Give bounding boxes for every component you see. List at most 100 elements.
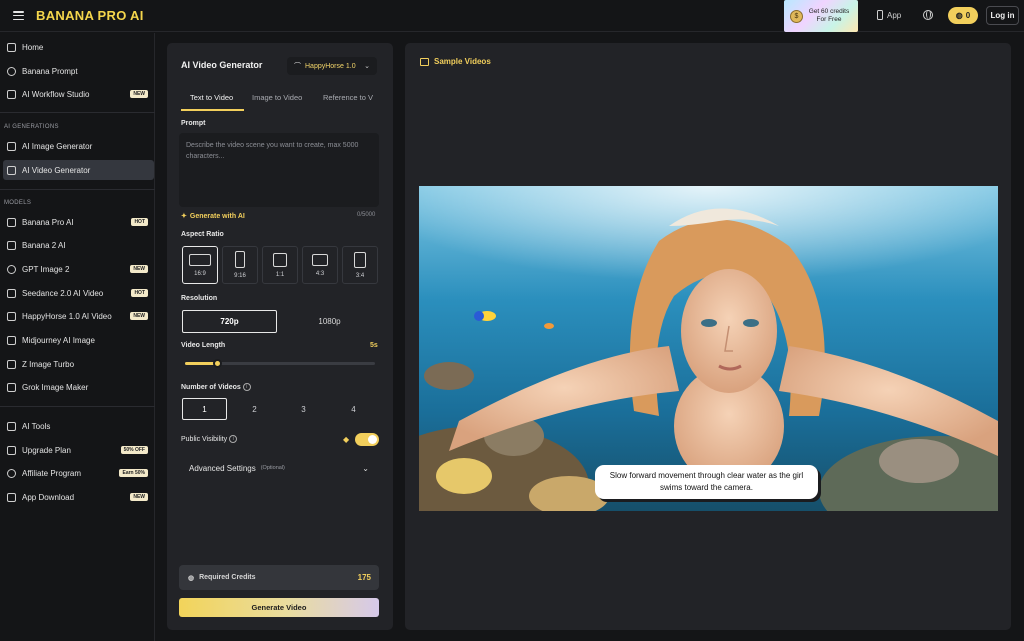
sidebar-item-banana-prompt[interactable]: Banana Prompt: [3, 61, 154, 81]
chevron-down-icon: ⌄: [364, 63, 370, 70]
aspect-1-1[interactable]: 1:1: [262, 246, 298, 284]
credits-pill[interactable]: ◍ 0: [948, 7, 978, 24]
model-icon: ⌒: [294, 63, 301, 70]
logo[interactable]: BANANA PRO AI: [36, 8, 144, 23]
chevron-down-icon: ⌄: [362, 463, 369, 473]
sidebar-item-ai-tools[interactable]: AI Tools: [3, 416, 154, 436]
video-length-slider[interactable]: [185, 359, 375, 368]
number-of-videos-text: Number of Videos: [181, 383, 241, 391]
advanced-settings-toggle[interactable]: Advanced Settings (Optional) ⌄: [179, 457, 379, 479]
sidebar-item-home[interactable]: Home: [3, 37, 154, 57]
sidebar: Home Banana Prompt AI Workflow Studio NEW…: [0, 33, 155, 641]
sidebar-item-label: HappyHorse 1.0 AI Video: [22, 311, 112, 321]
aspect-3-4[interactable]: 3:4: [342, 246, 378, 284]
panel-title: AI Video Generator: [181, 60, 263, 70]
section-label-models: MODELS: [4, 200, 32, 206]
model-select[interactable]: ⌒ HappyHorse 1.0 ⌄: [287, 57, 377, 75]
aspect-9-16[interactable]: 9:16: [222, 246, 258, 284]
num-videos-2[interactable]: 2: [232, 398, 277, 420]
sidebar-item-z-image[interactable]: Z Image Turbo: [3, 354, 154, 374]
num-videos-3[interactable]: 3: [281, 398, 326, 420]
sidebar-item-label: Midjourney AI Image: [22, 335, 95, 345]
menu-icon[interactable]: [13, 11, 24, 20]
diamond-icon: [7, 445, 16, 455]
top-bar: BANANA PRO AI $ Get 60 credits For Free …: [0, 0, 1024, 32]
phone-icon: [7, 492, 16, 502]
video-length-value: 5s: [370, 342, 378, 349]
square-icon: [273, 252, 287, 267]
tab-text-to-video[interactable]: Text to Video: [190, 93, 233, 102]
sidebar-item-app-download[interactable]: App Download NEW: [3, 487, 154, 507]
app-button[interactable]: App: [877, 10, 901, 20]
banana-icon: [7, 217, 16, 227]
sidebar-divider: [0, 112, 155, 113]
sidebar-item-upgrade[interactable]: Upgrade Plan 50% OFF: [3, 440, 154, 460]
phone-icon: [877, 10, 883, 20]
landscape-icon: [312, 253, 328, 266]
sidebar-item-label: Upgrade Plan: [22, 445, 71, 455]
gem-icon: ◆: [343, 435, 350, 444]
active-tab-indicator: [181, 109, 244, 111]
sidebar-item-label: AI Video Generator: [22, 165, 91, 175]
generate-with-ai-button[interactable]: ✦ Generate with AI: [181, 212, 245, 221]
grok-icon: [7, 382, 16, 392]
sidebar-divider: [0, 406, 155, 407]
globe-icon[interactable]: [923, 10, 933, 20]
aspect-16-9[interactable]: 16:9: [182, 246, 218, 284]
sidebar-item-workflow-studio[interactable]: AI Workflow Studio NEW: [3, 84, 154, 104]
tab-reference-to-video[interactable]: Reference to V: [323, 93, 379, 102]
sample-video[interactable]: Slow forward movement through clear wate…: [419, 186, 998, 511]
tab-image-to-video[interactable]: Image to Video: [252, 93, 302, 102]
visibility-toggle[interactable]: [355, 433, 379, 446]
bulb-icon: [7, 66, 16, 76]
coins-icon: ◍: [188, 574, 195, 582]
sidebar-item-grok[interactable]: Grok Image Maker: [3, 377, 154, 397]
model-name: HappyHorse 1.0: [305, 62, 356, 70]
sidebar-item-label: AI Workflow Studio: [22, 89, 90, 99]
promo-banner[interactable]: $ Get 60 credits For Free: [784, 0, 858, 32]
gpt-icon: [7, 264, 16, 274]
sidebar-item-label: AI Image Generator: [22, 141, 93, 151]
generate-video-button[interactable]: Generate Video: [179, 598, 379, 617]
sparkle-icon: ✦: [181, 213, 187, 220]
char-count: 0/5000: [357, 212, 376, 218]
earn-badge: Earn 50%: [119, 469, 148, 477]
banana-icon: [7, 240, 16, 250]
tools-icon: [7, 421, 16, 431]
new-badge: NEW: [130, 312, 148, 320]
sidebar-item-label: Grok Image Maker: [22, 382, 89, 392]
sidebar-item-happyhorse[interactable]: HappyHorse 1.0 AI Video NEW: [3, 306, 154, 326]
num-videos-4[interactable]: 4: [331, 398, 376, 420]
advanced-settings-label: Advanced Settings: [189, 463, 256, 473]
sidebar-item-banana-2[interactable]: Banana 2 AI: [3, 235, 154, 255]
sidebar-item-label: Banana Pro AI: [22, 217, 74, 227]
sample-videos-panel: Sample Videos Slow forward movement thro…: [405, 43, 1011, 630]
sidebar-item-seedance[interactable]: Seedance 2.0 AI Video HOT: [3, 283, 154, 303]
info-icon[interactable]: i: [229, 435, 238, 443]
new-badge: NEW: [130, 90, 148, 98]
sidebar-item-video-generator[interactable]: AI Video Generator: [3, 160, 154, 180]
prompt-input[interactable]: Describe the video scene you want to cre…: [179, 133, 379, 207]
aspect-4-3[interactable]: 4:3: [302, 246, 338, 284]
sidebar-item-midjourney[interactable]: Midjourney AI Image: [3, 330, 154, 350]
resolution-1080p[interactable]: 1080p: [282, 310, 377, 333]
sidebar-item-gpt-image[interactable]: GPT Image 2 NEW: [3, 259, 154, 279]
sidebar-item-image-generator[interactable]: AI Image Generator: [3, 136, 154, 156]
home-icon: [7, 42, 16, 52]
num-videos-1[interactable]: 1: [182, 398, 227, 420]
aspect-label: 4:3: [315, 270, 325, 277]
new-badge: NEW: [130, 265, 148, 273]
resolution-720p[interactable]: 720p: [182, 310, 277, 333]
z-icon: [7, 359, 16, 369]
promo-text: Get 60 credits For Free: [808, 8, 850, 23]
section-label-ai-generations: AI GENERATIONS: [4, 124, 59, 130]
sidebar-item-banana-pro[interactable]: Banana Pro AI HOT: [3, 212, 154, 232]
mode-tabs: Text to Video Image to Video Reference t…: [181, 89, 379, 111]
sidebar-item-affiliate[interactable]: Affiliate Program Earn 50%: [3, 463, 154, 483]
sidebar-item-label: Banana Prompt: [22, 66, 78, 76]
resolution-label: Resolution: [181, 295, 218, 302]
slider-handle[interactable]: [213, 359, 223, 368]
login-button[interactable]: Log in: [986, 6, 1019, 25]
sidebar-item-label: Home: [22, 42, 44, 52]
info-icon[interactable]: i: [242, 383, 251, 391]
